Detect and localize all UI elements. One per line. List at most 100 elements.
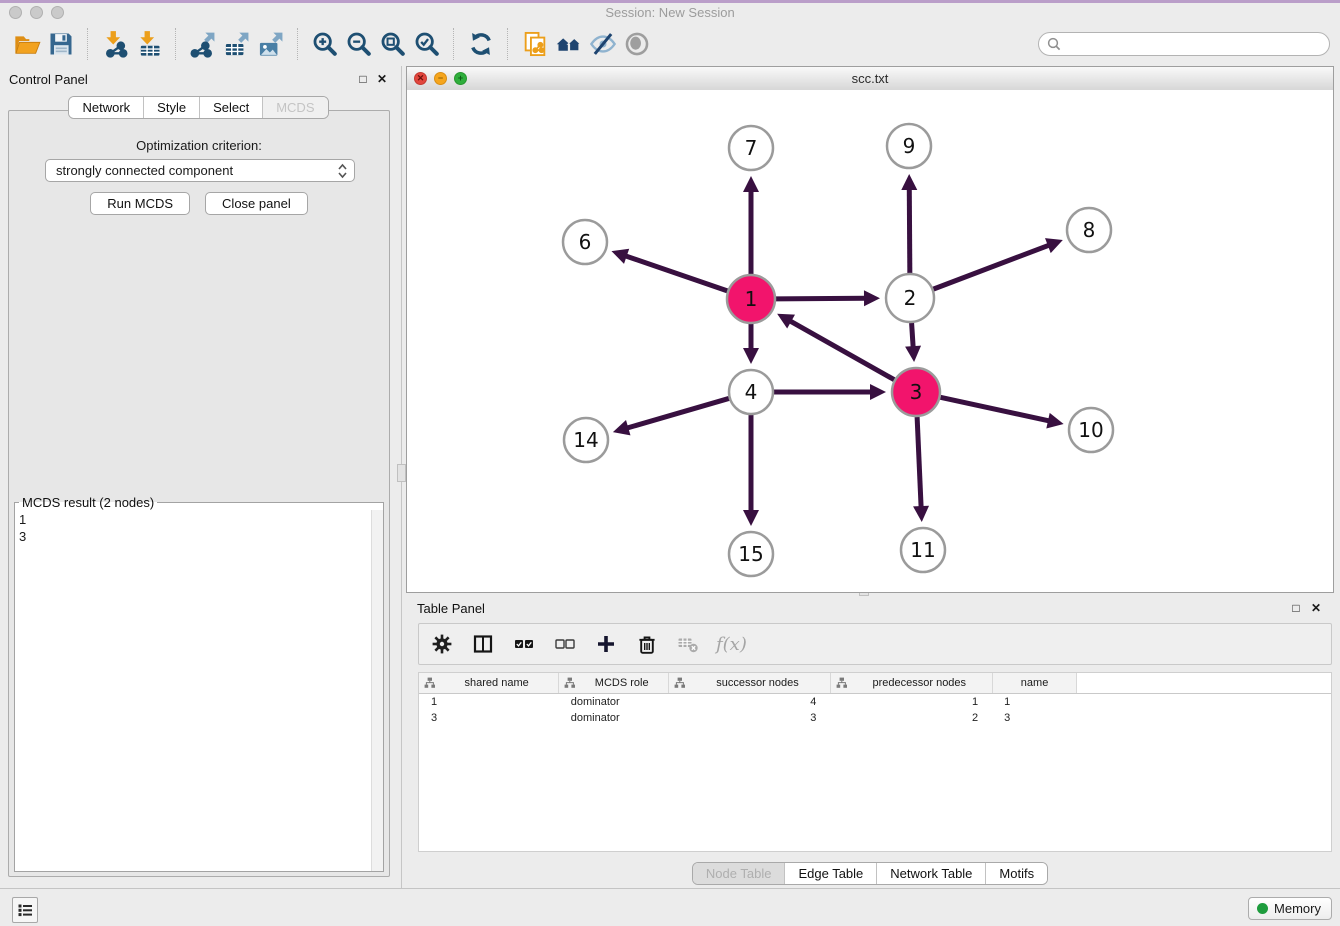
edge-3-10[interactable] bbox=[940, 397, 1063, 428]
function-builder-icon[interactable]: f(x) bbox=[716, 631, 747, 657]
table-cell[interactable]: 4 bbox=[669, 694, 831, 711]
edge-arrowhead bbox=[611, 249, 629, 264]
edge-arrowhead bbox=[1046, 413, 1063, 429]
panel-splitter-grip[interactable] bbox=[397, 464, 406, 482]
table-cell[interactable]: 3 bbox=[992, 710, 1077, 726]
memory-button[interactable]: Memory bbox=[1248, 897, 1332, 920]
task-history-button[interactable] bbox=[12, 897, 38, 923]
zoom-in-icon[interactable] bbox=[308, 27, 342, 61]
table-cell[interactable]: dominator bbox=[559, 710, 669, 726]
deselect-all-checkboxes-icon[interactable] bbox=[552, 631, 578, 657]
edge-2-9[interactable] bbox=[901, 174, 917, 273]
zoom-out-icon[interactable] bbox=[342, 27, 376, 61]
add-row-icon[interactable] bbox=[593, 631, 619, 657]
application-window: Session: New Session bbox=[0, 0, 1340, 926]
node-9[interactable]: 9 bbox=[887, 124, 931, 168]
node-14[interactable]: 14 bbox=[564, 418, 608, 462]
table-settings-icon[interactable] bbox=[429, 631, 455, 657]
tab-select[interactable]: Select bbox=[200, 97, 263, 118]
node-2[interactable]: 2 bbox=[886, 274, 934, 322]
delete-row-icon[interactable] bbox=[634, 631, 660, 657]
zoom-selected-icon[interactable] bbox=[410, 27, 444, 61]
table-cell[interactable]: 1 bbox=[830, 694, 992, 711]
network-canvas[interactable]: 7 9 6 8 1 2 4 3 14 10 15 11 bbox=[407, 90, 1333, 592]
edge-4-15[interactable] bbox=[743, 415, 759, 526]
run-mcds-button[interactable]: Run MCDS bbox=[90, 192, 190, 215]
import-network-icon[interactable] bbox=[98, 27, 132, 61]
column-header-mcds-role[interactable]: MCDS role bbox=[559, 673, 669, 694]
result-scrollbar[interactable] bbox=[371, 510, 383, 871]
edge-2-8[interactable] bbox=[933, 238, 1062, 289]
table-cell[interactable]: dominator bbox=[559, 694, 669, 711]
float-panel-icon[interactable] bbox=[355, 71, 371, 87]
table-cell-filler bbox=[1077, 710, 1331, 726]
main-toolbar bbox=[0, 22, 1340, 66]
export-image-icon[interactable] bbox=[254, 27, 288, 61]
edge-1-7[interactable] bbox=[743, 176, 759, 274]
network-view-titlebar[interactable]: scc.txt bbox=[407, 67, 1333, 91]
search-box[interactable] bbox=[1038, 32, 1330, 56]
table-cell[interactable]: 1 bbox=[992, 694, 1077, 711]
table-cell[interactable]: 1 bbox=[419, 694, 559, 711]
edge-2-3[interactable] bbox=[905, 323, 921, 362]
export-network-icon[interactable] bbox=[186, 27, 220, 61]
node-11[interactable]: 11 bbox=[901, 528, 945, 572]
edge-4-14[interactable] bbox=[613, 398, 729, 435]
export-table-icon[interactable] bbox=[220, 27, 254, 61]
open-session-icon[interactable] bbox=[10, 27, 44, 61]
tab-network-table[interactable]: Network Table bbox=[877, 863, 986, 884]
titlebar-accent-strip bbox=[0, 0, 1340, 3]
node-1[interactable]: 1 bbox=[727, 275, 775, 323]
column-header-successor-nodes[interactable]: successor nodes bbox=[669, 673, 831, 694]
first-neighbors-icon[interactable] bbox=[552, 27, 586, 61]
delete-table-icon[interactable] bbox=[675, 631, 701, 657]
tab-style[interactable]: Style bbox=[144, 97, 200, 118]
control-panel-tab-group: NetworkStyleSelectMCDS bbox=[68, 96, 328, 119]
node-4[interactable]: 4 bbox=[729, 370, 773, 414]
edge-3-11[interactable] bbox=[913, 417, 929, 522]
table-cell[interactable]: 3 bbox=[419, 710, 559, 726]
tab-edge-table[interactable]: Edge Table bbox=[785, 863, 877, 884]
hide-selected-icon[interactable] bbox=[586, 27, 620, 61]
column-header-shared-name[interactable]: shared name bbox=[419, 673, 559, 694]
apply-layout-icon[interactable] bbox=[464, 27, 498, 61]
edge-3-1[interactable] bbox=[777, 314, 894, 380]
float-table-panel-icon[interactable] bbox=[1288, 600, 1304, 616]
close-panel-button[interactable]: Close panel bbox=[205, 192, 308, 215]
close-panel-icon[interactable] bbox=[374, 71, 390, 87]
zoom-fit-icon[interactable] bbox=[376, 27, 410, 61]
node-6[interactable]: 6 bbox=[563, 220, 607, 264]
import-table-icon[interactable] bbox=[132, 27, 166, 61]
edge-arrowhead bbox=[743, 176, 759, 192]
show-all-icon[interactable] bbox=[620, 27, 654, 61]
node-7[interactable]: 7 bbox=[729, 126, 773, 170]
node-8[interactable]: 8 bbox=[1067, 208, 1111, 252]
optimization-criterion-select[interactable]: strongly connected component bbox=[45, 159, 355, 182]
tab-motifs[interactable]: Motifs bbox=[986, 863, 1047, 884]
search-input[interactable] bbox=[1066, 36, 1321, 52]
tab-network[interactable]: Network bbox=[69, 97, 144, 118]
mcds-result-text[interactable]: 1 3 bbox=[15, 510, 372, 871]
tab-node-table[interactable]: Node Table bbox=[693, 863, 786, 884]
column-type-icon bbox=[424, 677, 436, 689]
tab-mcds[interactable]: MCDS bbox=[263, 97, 327, 118]
column-header-predecessor-nodes[interactable]: predecessor nodes bbox=[830, 673, 992, 694]
edge-1-2[interactable] bbox=[776, 290, 880, 306]
column-header-name[interactable]: name bbox=[992, 673, 1077, 694]
new-network-from-selection-icon[interactable] bbox=[518, 27, 552, 61]
close-table-panel-icon[interactable] bbox=[1308, 600, 1324, 616]
node-3[interactable]: 3 bbox=[892, 368, 940, 416]
save-session-icon[interactable] bbox=[44, 27, 78, 61]
table-cell[interactable]: 2 bbox=[830, 710, 992, 726]
search-icon bbox=[1047, 37, 1061, 51]
show-columns-icon[interactable] bbox=[470, 631, 496, 657]
node-15[interactable]: 15 bbox=[729, 532, 773, 576]
edge-1-6[interactable] bbox=[611, 249, 727, 291]
edge-4-3[interactable] bbox=[774, 384, 886, 400]
node-label: 15 bbox=[738, 542, 763, 566]
control-panel-title: Control Panel bbox=[9, 72, 88, 87]
edge-1-4[interactable] bbox=[743, 324, 759, 364]
node-10[interactable]: 10 bbox=[1069, 408, 1113, 452]
select-all-checkboxes-icon[interactable] bbox=[511, 631, 537, 657]
table-cell[interactable]: 3 bbox=[669, 710, 831, 726]
